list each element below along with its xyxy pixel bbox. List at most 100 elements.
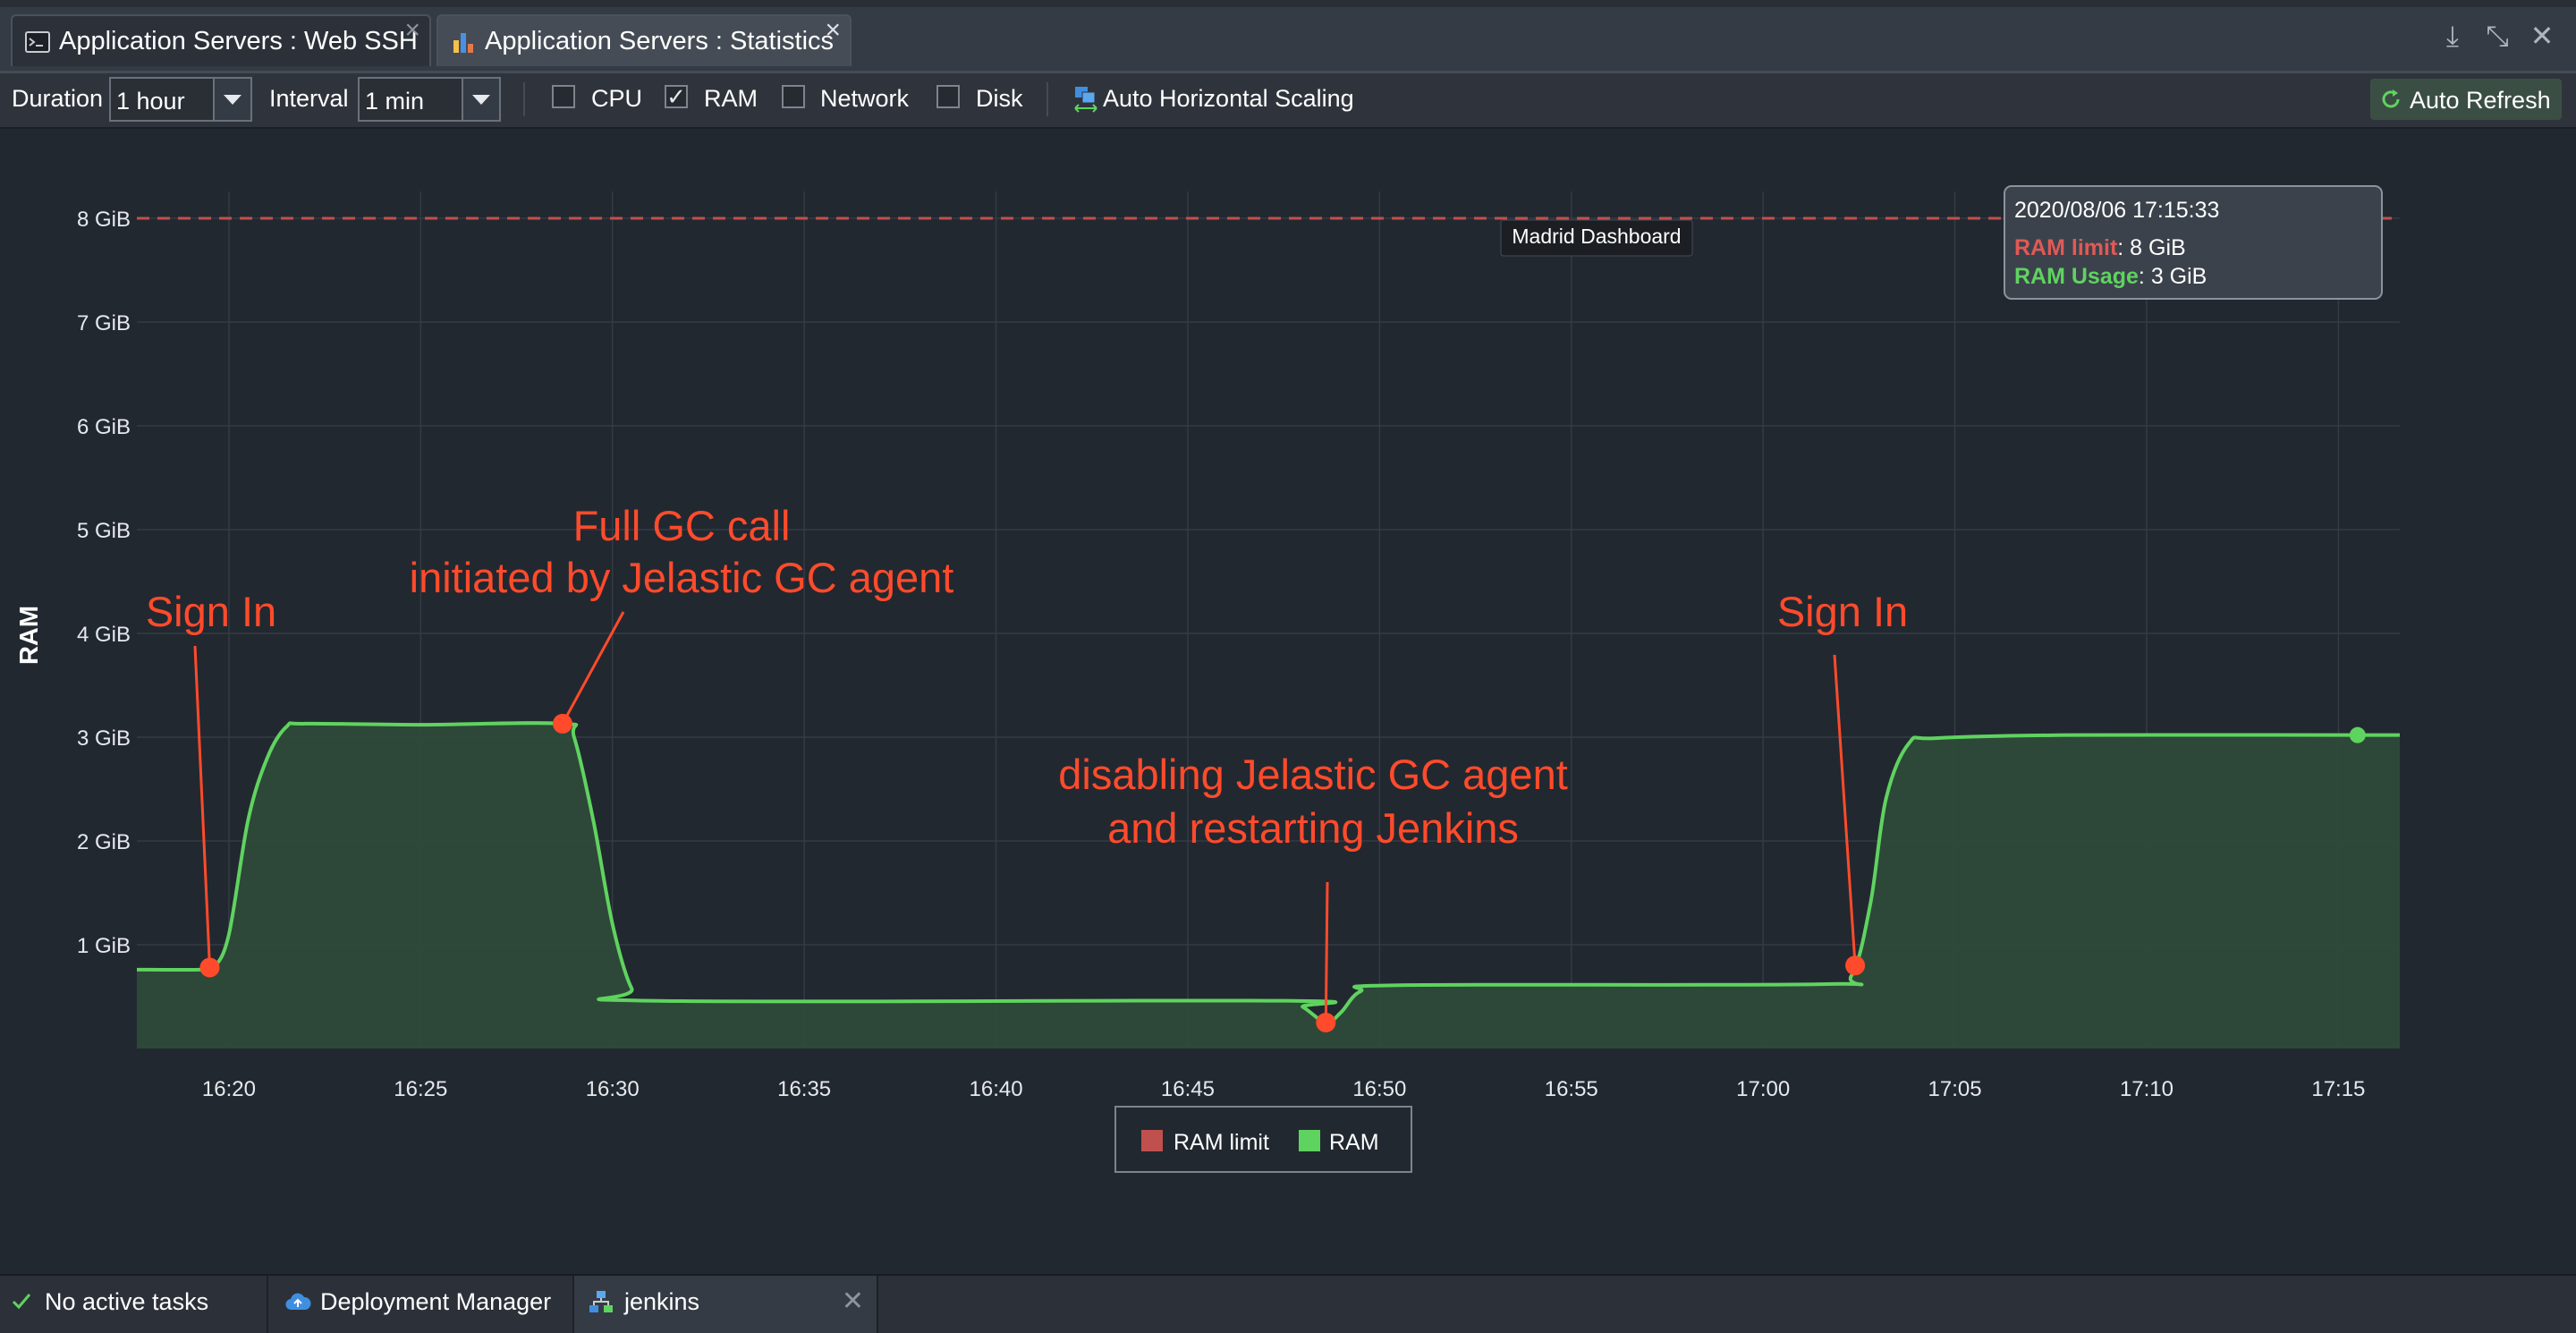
- cpu-label: CPU: [591, 85, 643, 112]
- tooltip-limit-label: RAM limit: [2014, 235, 2118, 260]
- annotation-line: and restarting Jenkins: [1107, 804, 1519, 852]
- chevron-down-icon[interactable]: [213, 79, 250, 120]
- ram-current-point: [2349, 726, 2366, 743]
- annotation-pointer: [561, 611, 625, 725]
- deployment-manager-button[interactable]: Deployment Manager: [268, 1276, 572, 1333]
- interval-value: 1 min: [365, 88, 425, 115]
- interval-select[interactable]: 1 min: [358, 77, 501, 122]
- statistics-toolbar: Duration 1 hour Interval 1 min CPU ✓ RAM…: [0, 73, 2576, 129]
- close-icon[interactable]: ×: [825, 5, 841, 55]
- x-tick-label: 17:15: [2311, 1077, 2365, 1101]
- svg-text:Madrid Dashboard: Madrid Dashboard: [1512, 225, 1681, 248]
- annotation-label: Sign In: [146, 588, 276, 635]
- annotation-pointer: [1833, 654, 1857, 966]
- ram-chart-panel: 1 GiB 2 GiB 3 GiB 4 GiB 5 GiB 6 GiB 7 GiB 8 GiB…: [0, 129, 2576, 1274]
- ram-chart: 1 GiB 2 GiB 3 GiB 4 GiB 5 GiB 6 GiB 7 GiB 8 GiB…: [15, 185, 2400, 1173]
- legend-label-limit[interactable]: RAM limit: [1174, 1130, 1269, 1155]
- toolbar-divider: [523, 82, 525, 116]
- x-tick-label: 16:45: [1161, 1077, 1215, 1101]
- deployment-manager-label: Deployment Manager: [320, 1288, 552, 1315]
- annotation-line: initiated by Jelastic GC agent: [410, 554, 954, 601]
- y-tick-label: 6 GiB: [77, 415, 131, 439]
- tooltip-limit-value: : 8 GiB: [2117, 235, 2185, 260]
- tab-web-ssh[interactable]: Application Servers : Web SSH ×: [11, 14, 431, 66]
- tasks-label: No active tasks: [45, 1288, 209, 1315]
- auto-horizontal-scaling-button[interactable]: Auto Horizontal Scaling: [1103, 85, 1354, 113]
- tooltip-usage-label: RAM Usage: [2014, 264, 2139, 289]
- x-tick-label: 17:00: [1736, 1077, 1790, 1101]
- tab-web-ssh-label: Application Servers : Web SSH: [59, 27, 418, 55]
- tab-statistics-label: Application Servers : Statistics: [485, 27, 835, 55]
- annotation-label: Sign In: [1777, 588, 1908, 635]
- x-tick-label: 17:05: [1928, 1077, 1982, 1101]
- toolbar-divider: [1046, 82, 1048, 116]
- x-tick-label: 16:20: [202, 1077, 256, 1101]
- bottom-bar: No active tasks Deployment Manager jenki…: [0, 1274, 2576, 1333]
- disk-label: Disk: [976, 85, 1023, 112]
- legend-label-ram[interactable]: RAM: [1329, 1130, 1379, 1155]
- close-icon[interactable]: ✕: [842, 1276, 864, 1328]
- bottom-divider: [877, 1276, 878, 1333]
- x-tick-label: 16:30: [586, 1077, 640, 1101]
- annotation-marker: [199, 957, 220, 978]
- x-tick-label: 16:25: [394, 1077, 447, 1101]
- chart-tooltip: 2020/08/06 17:15:33 RAM limit: 8 GiB RAM…: [2004, 185, 2383, 300]
- annotation-pointer: [193, 645, 211, 968]
- hover-tag: Madrid Dashboard: [1500, 219, 1693, 257]
- download-icon[interactable]: ⤓: [2436, 20, 2469, 52]
- annotation-marker: [552, 713, 572, 734]
- tooltip-usage-row: RAM Usage: 3 GiB: [2014, 264, 2207, 289]
- annotation-line: Sign In: [1777, 588, 1908, 635]
- ram-label: RAM: [704, 85, 758, 112]
- env-tab-label: jenkins: [624, 1288, 700, 1315]
- tooltip-timestamp: 2020/08/06 17:15:33: [2014, 198, 2219, 223]
- auto-refresh-button[interactable]: Auto Refresh: [2370, 79, 2562, 120]
- legend-swatch-ram: [1299, 1130, 1320, 1151]
- annotation-marker: [1316, 1013, 1336, 1032]
- annotation-label: Full GC call initiated by Jelastic GC age…: [410, 502, 954, 601]
- y-tick-label: 4 GiB: [77, 623, 131, 647]
- x-tick-label: 16:40: [970, 1077, 1023, 1101]
- duration-select[interactable]: 1 hour: [109, 77, 252, 122]
- y-tick-label: 8 GiB: [77, 208, 131, 232]
- bar-chart-icon: [453, 33, 473, 53]
- network-label: Network: [820, 85, 910, 112]
- x-tick-label: 16:55: [1545, 1077, 1598, 1101]
- environment-icon: [589, 1291, 613, 1312]
- horizontal-scaling-icon: [1074, 87, 1097, 113]
- annotation-line: Sign In: [146, 588, 276, 635]
- interval-label: Interval: [269, 85, 349, 112]
- chevron-down-icon[interactable]: [462, 79, 499, 120]
- x-tick-label: 16:35: [777, 1077, 831, 1101]
- network-checkbox[interactable]: [782, 85, 805, 108]
- tooltip-usage-value: : 3 GiB: [2139, 264, 2207, 289]
- cpu-checkbox[interactable]: [552, 85, 575, 108]
- ram-checkbox[interactable]: ✓: [665, 85, 688, 108]
- annotation-label: disabling Jelastic GC agent and restartin…: [1058, 751, 1568, 852]
- duration-label: Duration: [12, 85, 104, 112]
- y-tick-label: 3 GiB: [77, 726, 131, 751]
- close-icon[interactable]: ×: [404, 5, 420, 55]
- cloud-upload-icon: [285, 1293, 311, 1311]
- disk-checkbox[interactable]: [936, 85, 960, 108]
- tasks-status[interactable]: No active tasks: [0, 1276, 267, 1333]
- y-tick-label: 2 GiB: [77, 830, 131, 854]
- x-tick-label: 17:10: [2120, 1077, 2174, 1101]
- annotation-line: Full GC call: [573, 502, 791, 549]
- terminal-icon: [25, 31, 50, 53]
- env-tab-jenkins[interactable]: jenkins ✕: [574, 1276, 877, 1333]
- annotation-marker: [1845, 955, 1866, 976]
- x-tick-label: 16:50: [1352, 1077, 1406, 1101]
- collapse-icon[interactable]: ⤡: [2481, 20, 2513, 52]
- y-tick-label: 5 GiB: [77, 519, 131, 543]
- tab-bar: Application Servers : Web SSH × Applicat…: [0, 0, 2576, 73]
- tab-statistics[interactable]: Application Servers : Statistics ×: [436, 14, 852, 66]
- annotation-line: disabling Jelastic GC agent: [1058, 751, 1568, 798]
- tooltip-limit-row: RAM limit: 8 GiB: [2014, 235, 2186, 260]
- refresh-icon: [2382, 89, 2400, 108]
- close-icon[interactable]: ✕: [2526, 20, 2558, 52]
- y-tick-label: 7 GiB: [77, 311, 131, 335]
- y-tick-label: 1 GiB: [77, 934, 131, 958]
- checkmark-icon: [12, 1294, 31, 1310]
- duration-value: 1 hour: [116, 88, 185, 115]
